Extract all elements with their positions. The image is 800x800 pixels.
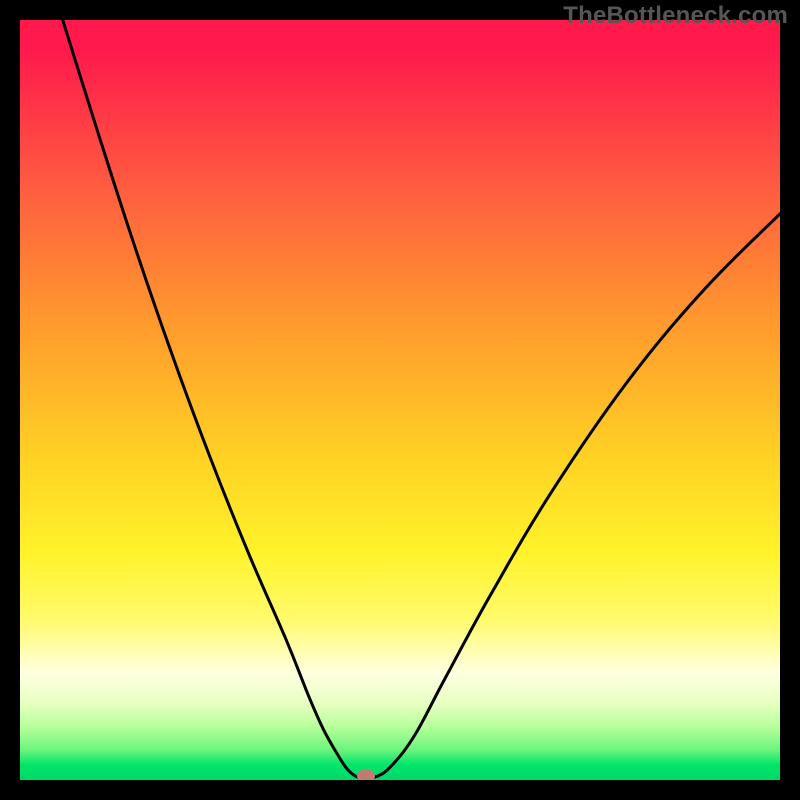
watermark-text: TheBottleneck.com (563, 2, 788, 30)
min-marker-icon (357, 770, 375, 780)
chart-frame: TheBottleneck.com (0, 0, 800, 800)
bottleneck-curve (20, 20, 780, 778)
curve-svg (20, 20, 780, 780)
plot-area (20, 20, 780, 780)
